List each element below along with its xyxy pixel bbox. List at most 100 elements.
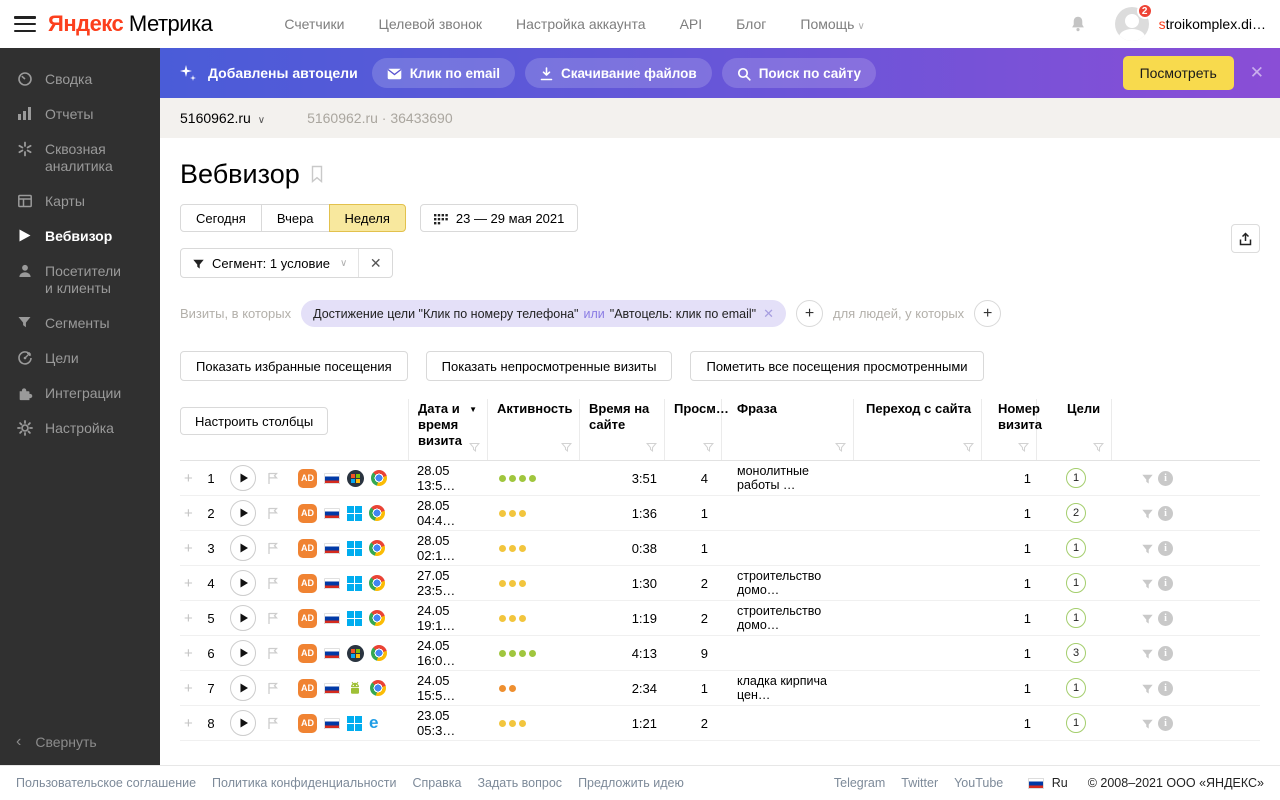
expand-row-button[interactable]: + [184,610,198,627]
expand-row-button[interactable]: + [184,505,198,522]
visit-datetime[interactable]: 28.05 04:4… [408,498,488,528]
expand-row-button[interactable]: + [184,470,198,487]
expand-row-button[interactable]: + [184,645,198,662]
sidebar-item-summary[interactable]: Сводка [0,62,160,97]
visit-datetime[interactable]: 24.05 15:5… [408,673,488,703]
sidebar-item-cross-analytics[interactable]: Сквознаяаналитика [0,132,160,184]
play-visit-button[interactable] [230,710,256,736]
flag-icon[interactable] [267,472,279,485]
banner-view-button[interactable]: Посмотреть [1123,56,1234,90]
goals-badge[interactable]: 1 [1066,608,1086,628]
goals-badge[interactable]: 3 [1066,643,1086,663]
sidebar-item-reports[interactable]: Отчеты [0,97,160,132]
nav-api[interactable]: API [680,16,703,32]
play-visit-button[interactable] [230,465,256,491]
date-range-button[interactable]: 23 — 29 мая 2021 [420,204,579,232]
banner-pill-search[interactable]: Поиск по сайту [722,58,876,88]
row-filter-icon[interactable] [1141,715,1154,730]
footer-link-user-agreement[interactable]: Пользовательское соглашение [16,776,196,790]
play-visit-button[interactable] [230,675,256,701]
nav-counters[interactable]: Счетчики [284,16,344,32]
configure-columns-button[interactable]: Настроить столбцы [180,407,328,435]
column-header-visit-number[interactable]: Номер визита [982,399,1037,460]
visit-datetime[interactable]: 23.05 05:3… [408,708,488,738]
close-icon[interactable]: ✕ [1250,63,1264,83]
column-filter-icon[interactable] [963,439,974,455]
column-header-time[interactable]: Время на сайте [580,399,665,460]
column-filter-icon[interactable] [835,439,846,455]
info-icon[interactable]: i [1158,471,1173,486]
nav-target-call[interactable]: Целевой звонок [378,16,482,32]
sidebar-collapse-button[interactable]: ‹ Свернуть [16,733,97,751]
footer-link-suggest-idea[interactable]: Предложить идею [578,776,684,790]
info-icon[interactable]: i [1158,611,1173,626]
show-unviewed-button[interactable]: Показать непросмотренные визиты [426,351,673,381]
row-filter-icon[interactable] [1141,645,1154,660]
goals-badge[interactable]: 1 [1066,538,1086,558]
site-selector[interactable]: 5160962.ru ∨ [180,110,265,126]
row-filter-icon[interactable] [1141,610,1154,625]
row-filter-icon[interactable] [1141,470,1154,485]
expand-row-button[interactable]: + [184,680,198,697]
tab-today[interactable]: Сегодня [180,204,262,232]
column-header-phrase[interactable]: Фраза [722,399,854,460]
tab-yesterday[interactable]: Вчера [261,204,330,232]
expand-row-button[interactable]: + [184,575,198,592]
nav-blog[interactable]: Блог [736,16,766,32]
menu-icon[interactable] [14,16,36,32]
play-visit-button[interactable] [230,570,256,596]
export-button[interactable] [1231,224,1260,253]
column-header-referrer[interactable]: Переход с сайта [854,399,982,460]
row-filter-icon[interactable] [1141,505,1154,520]
play-visit-button[interactable] [230,605,256,631]
flag-icon[interactable] [267,717,279,730]
goals-badge[interactable]: 1 [1066,713,1086,733]
flag-icon[interactable] [267,682,279,695]
flag-icon[interactable] [267,542,279,555]
sidebar-item-visitors[interactable]: Посетителии клиенты [0,254,160,306]
info-icon[interactable]: i [1158,681,1173,696]
column-header-activity[interactable]: Активность [488,399,580,460]
goals-badge[interactable]: 1 [1066,573,1086,593]
row-filter-icon[interactable] [1141,575,1154,590]
avatar[interactable]: 2 [1115,7,1149,41]
sidebar-item-segments[interactable]: Сегменты [0,306,160,341]
info-icon[interactable]: i [1158,541,1173,556]
footer-link-ask-question[interactable]: Задать вопрос [478,776,563,790]
add-visit-condition-button[interactable]: + [796,300,823,327]
sidebar-item-settings[interactable]: Настройка [0,411,160,446]
visit-datetime[interactable]: 28.05 02:1… [408,533,488,563]
column-filter-icon[interactable] [703,439,714,455]
flag-icon[interactable] [267,612,279,625]
play-visit-button[interactable] [230,500,256,526]
banner-pill-download[interactable]: Скачивание файлов [525,58,712,88]
row-filter-icon[interactable] [1141,680,1154,695]
info-icon[interactable]: i [1158,506,1173,521]
expand-row-button[interactable]: + [184,540,198,557]
column-filter-icon[interactable] [1018,439,1029,455]
column-header-views[interactable]: Просм… [665,399,722,460]
column-filter-icon[interactable] [1093,439,1104,455]
visit-datetime[interactable]: 24.05 19:1… [408,603,488,633]
flag-icon[interactable] [267,507,279,520]
visit-datetime[interactable]: 27.05 23:5… [408,568,488,598]
language-selector[interactable]: Ru [1052,776,1068,790]
nav-account-settings[interactable]: Настройка аккаунта [516,16,646,32]
column-header-goals[interactable]: Цели [1037,399,1112,460]
goal-filter-chip[interactable]: Достижение цели "Клик по номеру телефона… [301,300,786,327]
add-people-condition-button[interactable]: + [974,300,1001,327]
footer-link-youtube[interactable]: YouTube [954,776,1003,790]
info-icon[interactable]: i [1158,576,1173,591]
account-name[interactable]: stroikomplex.di… [1159,16,1266,32]
footer-link-help[interactable]: Справка [412,776,461,790]
bookmark-icon[interactable] [310,165,324,183]
visit-datetime[interactable]: 28.05 13:5… [408,463,488,493]
column-filter-icon[interactable] [561,439,572,455]
sidebar-item-goals[interactable]: Цели [0,341,160,376]
column-header-date[interactable]: Дата и время визита ▼ [408,399,488,460]
goals-badge[interactable]: 1 [1066,468,1086,488]
goals-badge[interactable]: 1 [1066,678,1086,698]
footer-link-privacy[interactable]: Политика конфиденциальности [212,776,396,790]
sidebar-item-integrations[interactable]: Интеграции [0,376,160,411]
sidebar-item-webvisor[interactable]: Вебвизор [0,219,160,254]
